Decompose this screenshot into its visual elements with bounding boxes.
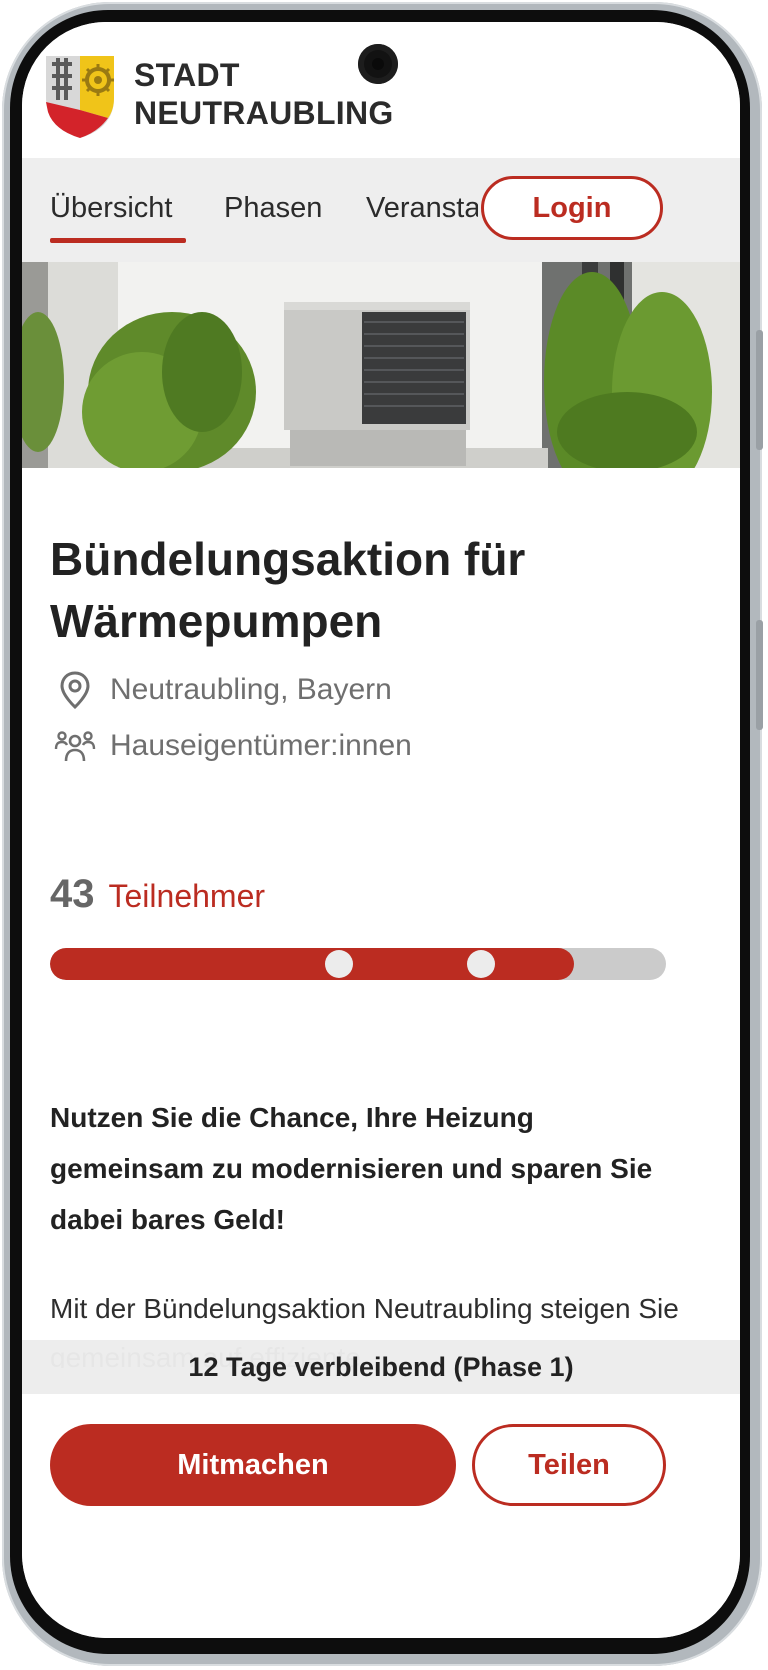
tab-navigation: Übersicht Phasen Veranstaltungen Login <box>22 158 740 262</box>
tab-phases[interactable]: Phasen <box>224 192 322 225</box>
location-text: Neutraubling, Bayern <box>110 673 392 706</box>
page-title: Bündelungsaktion für Wärmepumpen <box>50 533 526 647</box>
share-button[interactable]: Teilen <box>472 1424 666 1506</box>
tab-overview[interactable]: Übersicht <box>50 192 173 225</box>
audience-row: Hauseigentümer:innen <box>54 724 412 768</box>
brand-line-1: STADT <box>134 57 240 93</box>
participants-count: 43 <box>50 872 95 916</box>
progress-milestone-marker <box>324 950 353 978</box>
hero-image-heat-pump <box>22 262 740 468</box>
join-button[interactable]: Mitmachen <box>50 1424 456 1506</box>
phone-screen: STADT NEUTRAUBLING Übersicht Phasen Vera… <box>22 22 740 1638</box>
city-crest-icon[interactable] <box>42 50 118 140</box>
site-header: STADT NEUTRAUBLING <box>22 22 740 158</box>
progress-milestone-marker <box>467 950 496 978</box>
phone-volume-button <box>756 620 763 730</box>
login-button[interactable]: Login <box>481 176 663 240</box>
nav-tabs-scroller[interactable]: Übersicht Phasen Veranstaltungen <box>50 158 478 262</box>
active-tab-indicator <box>50 238 186 243</box>
people-group-icon <box>54 731 96 762</box>
brand-line-2: NEUTRAUBLING <box>134 95 394 131</box>
phone-power-button <box>756 330 763 450</box>
tab-events[interactable]: Veranstaltungen <box>366 192 478 225</box>
bottom-action-bar: Mitmachen Teilen <box>22 1394 740 1638</box>
participation-progress-bar <box>50 948 666 980</box>
brand-name[interactable]: STADT NEUTRAUBLING <box>134 56 394 132</box>
map-pin-icon <box>60 671 90 710</box>
participants-label: Teilnehmer <box>108 878 266 914</box>
audience-text: Hauseigentümer:innen <box>110 729 412 762</box>
progress-fill <box>50 948 574 980</box>
remaining-time-banner: 12 Tage verbleibend (Phase 1) <box>22 1340 740 1394</box>
participants-counter: 43 Teilnehmer <box>50 872 265 917</box>
front-camera <box>358 44 398 84</box>
lead-paragraph: Nutzen Sie die Chance, Ihre Heizung geme… <box>50 1102 653 1235</box>
location-row: Neutraubling, Bayern <box>54 668 392 712</box>
